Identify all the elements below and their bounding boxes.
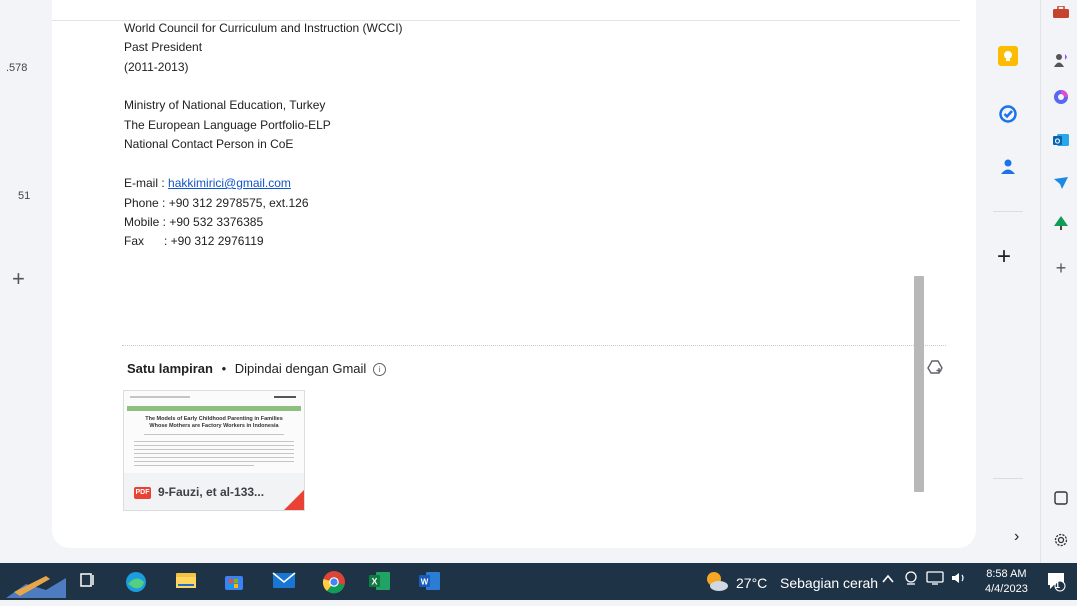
- chrome-icon[interactable]: [322, 570, 346, 594]
- contacts-icon[interactable]: [998, 157, 1018, 177]
- left-number-2: 51: [18, 190, 31, 202]
- left-number-1: .578: [6, 62, 28, 74]
- preview-title-line1: The Models of Early Childhood Parenting …: [145, 416, 283, 422]
- excel-icon[interactable]: X: [368, 570, 392, 594]
- weather-icon[interactable]: [704, 570, 728, 594]
- browser-sidebar: O +: [1040, 0, 1077, 563]
- add-icon[interactable]: +: [12, 268, 25, 290]
- signature-email-line: E-mail : hakkimirici@gmail.com: [124, 174, 291, 194]
- store-icon[interactable]: [222, 570, 246, 594]
- attachment-footer: PDF 9-Fauzi, et al-133...: [124, 473, 304, 510]
- info-icon[interactable]: i: [372, 363, 386, 377]
- expand-panel-icon[interactable]: ›: [1014, 528, 1019, 546]
- email-label: E-mail :: [124, 176, 169, 190]
- task-view-icon[interactable]: [76, 570, 100, 594]
- svg-text:X: X: [371, 577, 377, 587]
- taskbar: X W 27°C Sebagian cerah 1: [0, 563, 1077, 600]
- widgets-brush-icon[interactable]: [6, 570, 66, 598]
- chevron-up-icon[interactable]: [880, 570, 896, 594]
- notification-icon[interactable]: 1: [1044, 570, 1068, 594]
- attachment-preview: The Models of Early Childhood Parenting …: [124, 391, 304, 473]
- file-explorer-icon[interactable]: [174, 570, 198, 594]
- attachment-divider: [122, 345, 946, 346]
- hide-sidebar-icon[interactable]: [1053, 491, 1069, 507]
- copilot-icon[interactable]: [1053, 89, 1069, 105]
- tasks-icon[interactable]: [998, 104, 1018, 124]
- signature-org-line3: (2011-2013): [124, 60, 189, 74]
- network-icon[interactable]: [926, 570, 944, 594]
- attachment-count-label: Satu lampiran: [127, 361, 213, 376]
- clock-time: 8:58 AM: [986, 568, 1027, 580]
- scrollbar[interactable]: [914, 276, 924, 492]
- attachment-header: Satu lampiran • Dipindai dengan Gmail i: [127, 361, 386, 377]
- svg-text:W: W: [421, 578, 429, 587]
- preview-title-line2: Whose Mothers are Factory Workers in Ind…: [149, 423, 279, 429]
- toolbox-icon[interactable]: [1053, 5, 1069, 22]
- email-link[interactable]: hakkimirici@gmail.com: [168, 176, 291, 190]
- settings-icon[interactable]: [1053, 532, 1069, 548]
- signature-org-line1: World Council for Curriculum and Instruc…: [124, 21, 403, 35]
- clock-date: 4/4/2023: [985, 583, 1028, 595]
- separator-dot: •: [221, 361, 227, 376]
- signature-ministry-line2: The European Language Portfolio-ELP: [124, 118, 331, 132]
- get-addons-icon[interactable]: +: [997, 245, 1011, 269]
- left-strip: .578 51 +: [0, 0, 52, 563]
- tree-icon[interactable]: [1053, 215, 1069, 231]
- notification-count: 1: [1055, 580, 1061, 590]
- signature-phone: Phone : +90 312 2978575, ext.126: [124, 196, 309, 210]
- volume-icon[interactable]: [950, 570, 968, 594]
- signature-fax: Fax : +90 312 2976119: [124, 234, 264, 248]
- signature-ministry-line3: National Contact Person in CoE: [124, 137, 294, 151]
- outlook-icon[interactable]: O: [1053, 132, 1069, 148]
- send-icon[interactable]: [1053, 175, 1069, 191]
- attachment-filename: 9-Fauzi, et al-133...: [158, 485, 265, 499]
- word-icon[interactable]: W: [418, 570, 442, 594]
- email-body: World Council for Curriculum and Instruc…: [52, 0, 976, 548]
- addon-panel: +: [984, 0, 1032, 563]
- mail-icon[interactable]: [272, 570, 296, 594]
- signature-org-line2: Past President: [124, 40, 203, 54]
- signature-mobile: Mobile : +90 532 3376385: [124, 215, 264, 229]
- page-fold-icon: [284, 490, 304, 510]
- scanned-by-gmail-label: Dipindai dengan Gmail: [234, 361, 367, 376]
- input-indicator-icon[interactable]: [902, 570, 920, 594]
- add-to-drive-icon[interactable]: [927, 359, 943, 379]
- attachment-card[interactable]: The Models of Early Childhood Parenting …: [123, 390, 305, 511]
- weather-condition[interactable]: Sebagian cerah: [780, 575, 878, 591]
- signature-ministry-line1: Ministry of National Education, Turkey: [124, 98, 326, 112]
- svg-text:O: O: [1055, 139, 1061, 146]
- weather-temperature[interactable]: 27°C: [736, 575, 767, 591]
- games-icon[interactable]: [1053, 52, 1069, 68]
- edge-icon[interactable]: [124, 570, 148, 594]
- clock[interactable]: 8:58 AM 4/4/2023: [985, 567, 1028, 597]
- add-sidebar-icon[interactable]: +: [1053, 259, 1069, 277]
- pdf-icon: PDF: [134, 487, 151, 499]
- keep-icon[interactable]: [998, 46, 1018, 66]
